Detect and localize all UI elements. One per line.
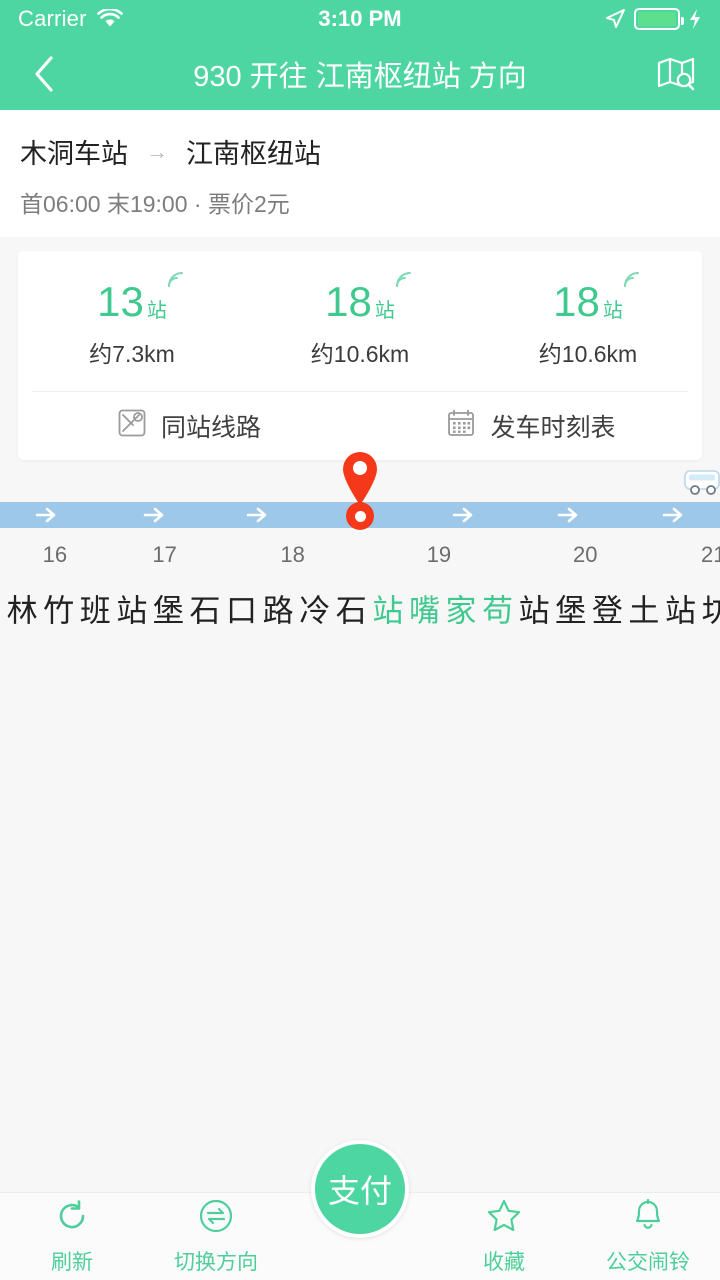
station-list: 16 班竹林 17 石堡站 18 石冷路口 19 苟家嘴站 20 土登堡站 21… xyxy=(0,528,720,626)
tab-refresh-label: 刷新 xyxy=(51,1250,93,1274)
stats-row: 13 站 约7.3km 18 站 约10.6km 18 站 约10.6km xyxy=(18,251,702,391)
station-name: 石冷路口 xyxy=(221,593,366,626)
station-timeline: 16 班竹林 17 石堡站 18 石冷路口 19 苟家嘴站 20 土登堡站 21… xyxy=(0,452,720,626)
nav-header: 930 开往 江南枢纽站 方向 xyxy=(0,38,720,110)
same-station-routes-label: 同站线路 xyxy=(160,414,261,442)
stat-count-group: 13 站 xyxy=(97,272,183,325)
tab-swap-direction-label: 切换方向 xyxy=(174,1250,258,1274)
route-destination: 江南枢纽站 xyxy=(186,139,321,169)
tab-refresh[interactable]: 刷新 xyxy=(0,1198,144,1276)
route-schedule: 首06:00 末19:00 · 票价2元 xyxy=(20,191,290,217)
map-search-button[interactable] xyxy=(654,52,698,96)
stat-distance: 约10.6km xyxy=(310,341,410,367)
map-search-icon xyxy=(657,57,695,91)
route-heading: 木洞车站 → 江南枢纽站 首06:00 末19:00 · 票价2元 xyxy=(0,110,720,237)
status-bar-left: Carrier xyxy=(18,6,123,32)
route-endpoints: 木洞车站 → 江南枢纽站 xyxy=(20,132,700,171)
bus-icon xyxy=(684,466,720,503)
arrow-right-icon xyxy=(33,505,59,530)
stat-unit: 站 xyxy=(602,300,623,322)
departure-timetable-button[interactable]: 发车时刻表 xyxy=(360,392,702,460)
stat-count: 18 xyxy=(553,278,600,325)
arrow-right-icon xyxy=(555,505,581,530)
tab-bus-alarm[interactable]: 公交闹铃 xyxy=(576,1198,720,1276)
stat-item: 18 站 约10.6km xyxy=(246,272,474,369)
refresh-icon xyxy=(54,1198,90,1239)
stat-count: 13 xyxy=(97,278,144,325)
route-origin: 木洞车站 xyxy=(20,139,128,169)
stat-count: 18 xyxy=(325,278,372,325)
stat-distance: 约7.3km xyxy=(89,341,175,367)
arrow-right-icon xyxy=(660,505,686,530)
pay-button[interactable]: 支付 xyxy=(311,1140,409,1238)
current-station-marker xyxy=(346,502,374,530)
stat-count-group: 18 站 xyxy=(325,272,411,325)
same-station-routes-button[interactable]: 同站线路 xyxy=(18,392,360,460)
tab-bus-alarm-label: 公交闹铃 xyxy=(606,1250,690,1274)
timeline-rail xyxy=(0,452,720,530)
signal-wave-icon xyxy=(621,269,643,294)
signal-wave-icon xyxy=(393,269,415,294)
map-routes-icon xyxy=(117,408,147,445)
bell-icon xyxy=(630,1198,666,1239)
tab-favorite[interactable]: 收藏 xyxy=(432,1198,576,1276)
app-root: Carrier 3:10 PM 930 开往 江南枢纽站 方向 木洞车站 → 江… xyxy=(0,0,720,1280)
station-item[interactable]: 16 班竹林 xyxy=(0,542,110,626)
stats-card: 13 站 约7.3km 18 站 约10.6km 18 站 约10.6km 同站… xyxy=(18,251,702,460)
station-number: 18 xyxy=(280,542,305,567)
arrow-right-icon: → xyxy=(146,138,168,164)
departure-timetable-label: 发车时刻表 xyxy=(490,414,616,442)
stat-unit: 站 xyxy=(374,300,395,322)
stats-card-wrapper: 13 站 约7.3km 18 站 约10.6km 18 站 约10.6km 同站… xyxy=(0,237,720,473)
station-name: 土登堡站 xyxy=(513,593,659,626)
wifi-icon xyxy=(96,9,123,29)
station-number: 20 xyxy=(573,542,598,567)
lightning-bolt-icon xyxy=(688,8,702,30)
tab-favorite-label: 收藏 xyxy=(483,1250,525,1274)
station-item[interactable]: 18 石冷路口 xyxy=(219,542,366,626)
station-name: 槽坊站 xyxy=(659,593,720,626)
station-name: 苟家嘴站 xyxy=(367,593,513,626)
stat-count-group: 18 站 xyxy=(553,272,639,325)
station-name: 石堡站 xyxy=(111,593,220,626)
location-arrow-icon xyxy=(604,8,626,30)
arrow-right-icon xyxy=(450,505,476,530)
station-number: 19 xyxy=(426,542,452,567)
station-item-active[interactable]: 19 苟家嘴站 xyxy=(366,542,512,626)
tab-swap-direction[interactable]: 切换方向 xyxy=(144,1198,288,1276)
page-title: 930 开往 江南枢纽站 方向 xyxy=(193,61,527,93)
status-bar: Carrier 3:10 PM xyxy=(0,0,720,38)
arrow-right-icon xyxy=(141,505,167,530)
station-item[interactable]: 21 槽坊站 xyxy=(658,542,720,626)
station-number: 21 xyxy=(701,542,720,567)
arrow-right-icon xyxy=(244,505,270,530)
calendar-icon xyxy=(446,408,476,445)
station-number: 16 xyxy=(42,542,68,567)
stat-item: 13 站 约7.3km xyxy=(18,272,246,369)
station-item[interactable]: 20 土登堡站 xyxy=(512,542,659,626)
station-item[interactable]: 17 石堡站 xyxy=(110,542,219,626)
station-number: 17 xyxy=(152,542,177,567)
status-bar-right xyxy=(604,8,702,30)
star-icon xyxy=(486,1198,522,1239)
chevron-left-icon xyxy=(35,56,53,92)
swap-direction-icon xyxy=(198,1198,234,1239)
stat-item: 18 站 约10.6km xyxy=(474,272,702,369)
signal-wave-icon xyxy=(165,269,187,294)
bottom-tab-bar: 刷新 切换方向 收藏 公交闹铃 支付 xyxy=(0,1140,720,1280)
stat-unit: 站 xyxy=(146,300,167,322)
back-button[interactable] xyxy=(22,52,66,96)
stat-distance: 约10.6km xyxy=(538,341,638,367)
battery-full-icon xyxy=(634,8,684,30)
carrier-label: Carrier xyxy=(18,6,87,31)
station-name: 班竹林 xyxy=(1,593,110,626)
